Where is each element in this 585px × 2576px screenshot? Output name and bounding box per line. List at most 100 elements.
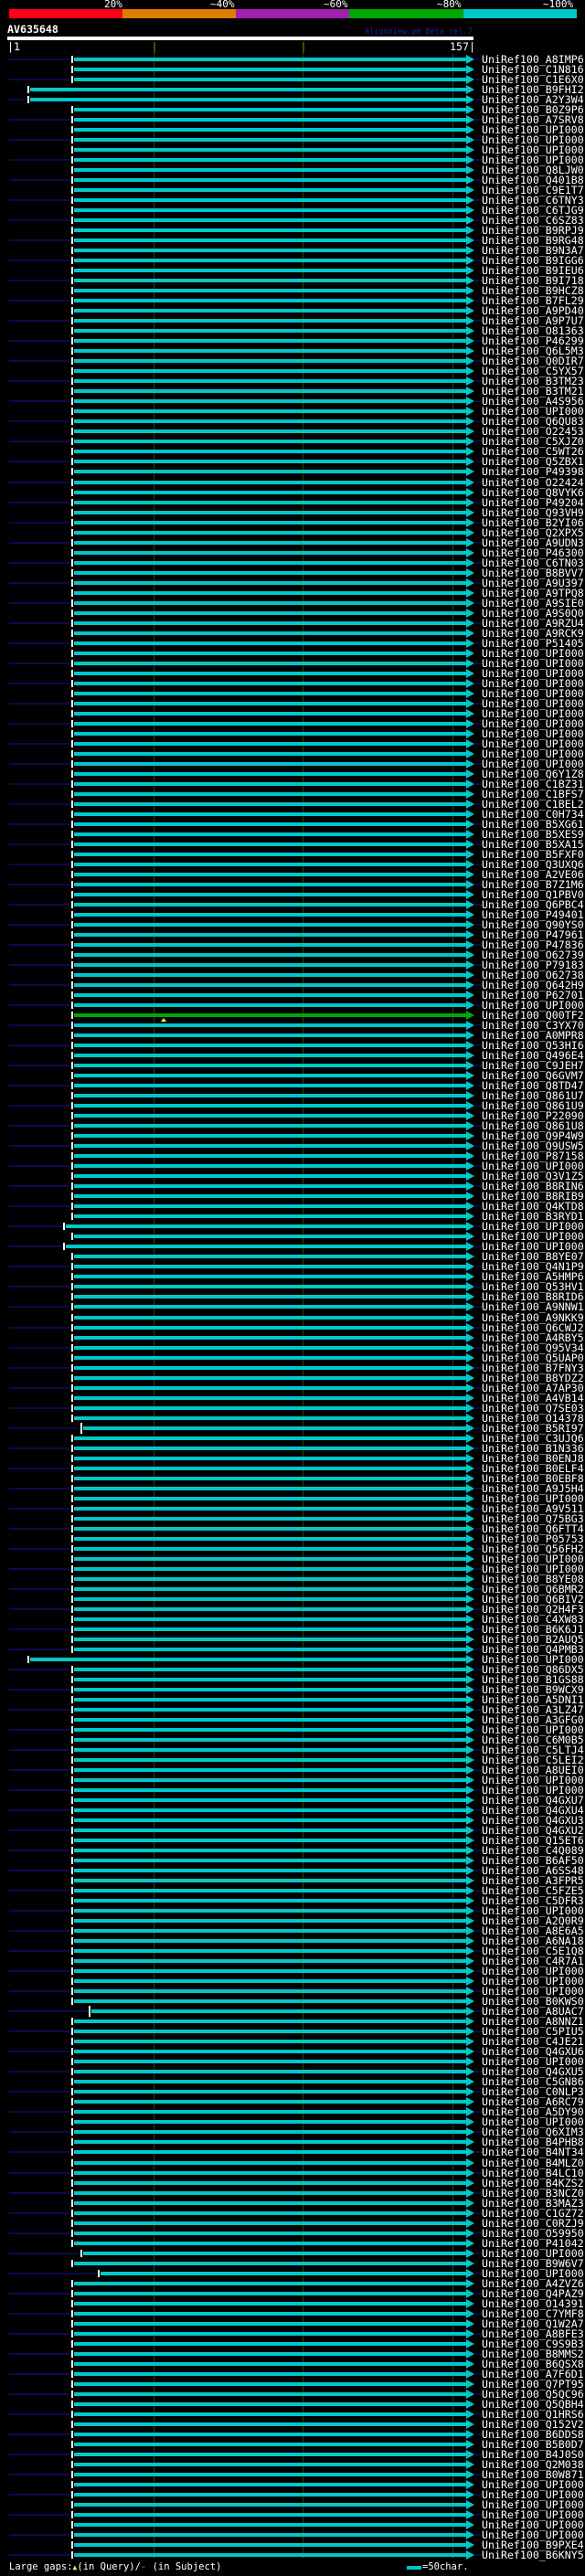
hit-bar[interactable] bbox=[74, 762, 466, 766]
hit-bar[interactable] bbox=[74, 1497, 466, 1500]
hit-bar[interactable] bbox=[74, 2140, 466, 2144]
hit-bar[interactable] bbox=[74, 772, 466, 776]
hit-bar[interactable] bbox=[74, 2302, 466, 2306]
hit-bar[interactable] bbox=[74, 1124, 466, 1128]
hit-bar[interactable] bbox=[74, 923, 466, 927]
hit-bar[interactable] bbox=[74, 501, 466, 504]
hit-bar[interactable] bbox=[74, 1386, 466, 1390]
hit-bar[interactable] bbox=[74, 913, 466, 917]
hit-bar[interactable] bbox=[74, 1074, 466, 1077]
hit-bar[interactable] bbox=[74, 1728, 466, 1732]
hit-bar[interactable] bbox=[74, 1678, 466, 1681]
hit-bar[interactable] bbox=[74, 1477, 466, 1480]
hit-bar[interactable] bbox=[74, 752, 466, 756]
hit-bar[interactable] bbox=[74, 2150, 466, 2154]
hit-bar[interactable] bbox=[74, 722, 466, 726]
hit-bar[interactable] bbox=[74, 782, 466, 786]
hit-bar[interactable] bbox=[74, 2060, 466, 2063]
hit-bar[interactable] bbox=[74, 329, 466, 333]
hit-bar[interactable] bbox=[74, 933, 466, 937]
hit-bar[interactable] bbox=[74, 2191, 466, 2195]
hit-bar[interactable] bbox=[74, 1547, 466, 1551]
hit-bar[interactable] bbox=[74, 1909, 466, 1913]
hit-bar[interactable] bbox=[74, 2130, 466, 2134]
hit-bar[interactable] bbox=[74, 1134, 466, 1138]
hit-bar[interactable] bbox=[74, 1768, 466, 1772]
hit-bar[interactable] bbox=[74, 2201, 466, 2205]
hit-bar[interactable] bbox=[74, 1567, 466, 1571]
hit-bar[interactable] bbox=[74, 983, 466, 987]
hit-bar[interactable] bbox=[74, 379, 466, 383]
hit-bar[interactable] bbox=[74, 2090, 466, 2094]
hit-bar[interactable] bbox=[74, 2292, 466, 2295]
hit-bar[interactable] bbox=[74, 1859, 466, 1862]
hit-bar[interactable] bbox=[74, 1214, 466, 1218]
hit-bar[interactable] bbox=[74, 218, 466, 222]
hit-bar[interactable] bbox=[74, 1989, 466, 1993]
hit-bar[interactable] bbox=[74, 269, 466, 272]
hit-bar[interactable] bbox=[74, 178, 466, 182]
hit-bar[interactable] bbox=[74, 1194, 466, 1198]
hit-bar[interactable] bbox=[74, 1929, 466, 1933]
hit-bar[interactable] bbox=[74, 1295, 466, 1299]
hit-bar[interactable] bbox=[74, 601, 466, 605]
hit-bar[interactable] bbox=[74, 1457, 466, 1460]
hit-bar[interactable] bbox=[91, 2009, 466, 2013]
hit-bar[interactable] bbox=[74, 1849, 466, 1852]
hit-bar[interactable] bbox=[74, 883, 466, 886]
hit-bar[interactable] bbox=[74, 2463, 466, 2466]
hit-bar[interactable] bbox=[74, 621, 466, 625]
hit-bar[interactable] bbox=[74, 1718, 466, 1722]
hit-bar[interactable] bbox=[74, 521, 466, 525]
hit-bar[interactable] bbox=[74, 2473, 466, 2476]
hit-bar[interactable] bbox=[74, 682, 466, 685]
hit-bar[interactable] bbox=[74, 1064, 466, 1067]
hit-bar[interactable] bbox=[74, 1255, 466, 1258]
hit-bar[interactable] bbox=[74, 1698, 466, 1701]
hit-bar[interactable] bbox=[74, 1708, 466, 1712]
hit-bar[interactable] bbox=[74, 339, 466, 343]
hit-bar[interactable] bbox=[74, 450, 466, 453]
hit-bar[interactable] bbox=[74, 2211, 466, 2215]
hit-bar[interactable] bbox=[74, 68, 466, 71]
hit-bar[interactable] bbox=[74, 1114, 466, 1118]
hit-bar[interactable] bbox=[74, 2433, 466, 2436]
hit-bar[interactable] bbox=[74, 1869, 466, 1872]
hit-bar[interactable] bbox=[74, 1285, 466, 1288]
hit-bar[interactable] bbox=[74, 2110, 466, 2114]
hit-bar[interactable] bbox=[74, 440, 466, 443]
hit-bar[interactable] bbox=[74, 1316, 466, 1320]
hit-bar[interactable] bbox=[74, 1808, 466, 1812]
hit-bar[interactable] bbox=[74, 158, 466, 162]
hit-bar[interactable] bbox=[74, 1154, 466, 1158]
hit-bar[interactable] bbox=[74, 2443, 466, 2446]
hit-bar[interactable] bbox=[74, 672, 466, 675]
hit-bar[interactable] bbox=[74, 1044, 466, 1047]
hit-bar[interactable] bbox=[74, 1184, 466, 1188]
hit-bar[interactable] bbox=[74, 1305, 466, 1309]
hit-bar[interactable] bbox=[74, 1416, 466, 1420]
hit-bar[interactable] bbox=[74, 470, 466, 473]
hit-bar[interactable] bbox=[30, 98, 466, 101]
hit-bar[interactable] bbox=[74, 409, 466, 413]
hit-bar[interactable] bbox=[74, 963, 466, 967]
hit-bar[interactable] bbox=[74, 1979, 466, 1983]
hit-bar[interactable] bbox=[74, 2503, 466, 2507]
hit-bar[interactable] bbox=[74, 2372, 466, 2376]
hit-bar[interactable] bbox=[74, 460, 466, 463]
hit-bar[interactable] bbox=[74, 2402, 466, 2406]
hit-bar[interactable] bbox=[74, 239, 466, 242]
hit-bar[interactable] bbox=[74, 863, 466, 866]
hit-bar[interactable] bbox=[74, 1265, 466, 1268]
hit-bar[interactable] bbox=[74, 2171, 466, 2175]
hit-bar[interactable] bbox=[74, 641, 466, 645]
hit-bar[interactable] bbox=[74, 1959, 466, 1963]
hit-bar[interactable] bbox=[74, 481, 466, 484]
hit-bar[interactable] bbox=[74, 652, 466, 655]
hit-bar[interactable] bbox=[74, 1648, 466, 1651]
hit-bar[interactable] bbox=[74, 2282, 466, 2285]
hit-bar[interactable] bbox=[74, 2019, 466, 2023]
hit-bar[interactable] bbox=[74, 2181, 466, 2185]
hit-bar[interactable] bbox=[74, 2050, 466, 2053]
hit-bar[interactable] bbox=[74, 732, 466, 736]
